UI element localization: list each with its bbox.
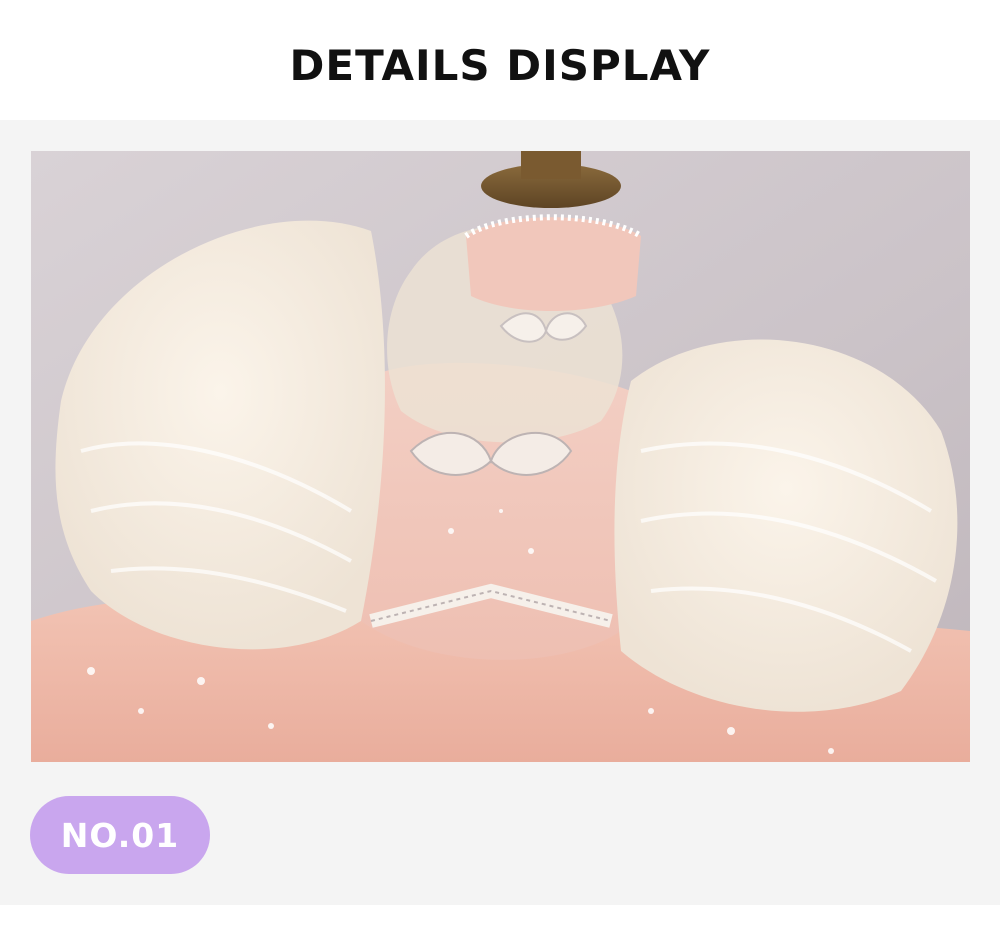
footer-band bbox=[0, 905, 1000, 925]
number-badge: NO.01 bbox=[30, 796, 210, 874]
badge-label: NO.01 bbox=[60, 815, 180, 855]
details-page: DETAILS DISPLAY NO.01 bbox=[0, 0, 1000, 925]
page-title: DETAILS DISPLAY bbox=[289, 40, 711, 90]
dress-detail-photo bbox=[31, 151, 970, 762]
header: DETAILS DISPLAY bbox=[0, 0, 1000, 120]
dress-illustration bbox=[31, 151, 970, 762]
